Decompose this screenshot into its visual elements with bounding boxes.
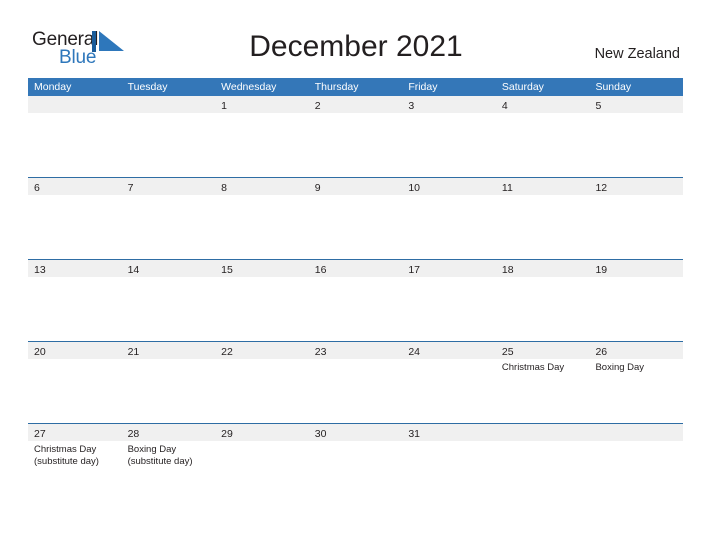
day-number: 14	[127, 264, 140, 276]
calendar-week-row: 1 2 3 4 5	[28, 96, 684, 177]
calendar-day-29[interactable]: 29	[215, 424, 309, 505]
calendar-day-2[interactable]: 2	[308, 96, 403, 177]
day-number: 10	[408, 182, 420, 194]
weekday-header-row: Monday Tuesday Wednesday Thursday Friday Satu…	[28, 78, 683, 96]
day-number-band	[495, 424, 590, 441]
calendar-day-19[interactable]: 19	[589, 260, 684, 341]
calendar-grid: Monday Tuesday Wednesday Thursday Friday Satu…	[28, 78, 684, 505]
day-number: 11	[501, 182, 513, 194]
calendar-day-11[interactable]: 11	[495, 178, 590, 259]
calendar-day-14[interactable]: 14	[121, 260, 216, 341]
calendar-week-row: 13 14 15 16 17 18 19	[28, 259, 684, 341]
weekday-header-saturday: Saturday	[501, 81, 544, 93]
day-number: 2	[314, 100, 321, 112]
day-number: 1	[221, 100, 227, 112]
day-events: Boxing Day	[595, 362, 683, 374]
calendar-day-empty	[121, 96, 216, 177]
page-header: General Blue December 2021 New Zealand	[0, 0, 712, 76]
day-number: 28	[127, 428, 140, 440]
weekday-header-monday: Monday	[34, 81, 72, 93]
day-number: 8	[221, 182, 227, 194]
calendar-day-13[interactable]: 13	[28, 260, 122, 341]
calendar-day-26[interactable]: 26 Boxing Day	[589, 342, 684, 423]
calendar-day-empty	[589, 424, 684, 505]
calendar-day-8[interactable]: 8	[215, 178, 309, 259]
day-number: 29	[221, 428, 233, 440]
calendar-week-row: 20 21 22 23 24 25 Christmas Day 26 Boxing Day	[28, 341, 684, 423]
holiday-label: Christmas Day	[501, 362, 565, 373]
calendar-day-31[interactable]: 31	[402, 424, 496, 505]
calendar-day-20[interactable]: 20	[28, 342, 122, 423]
calendar-day-16[interactable]: 16	[308, 260, 403, 341]
day-number: 19	[595, 264, 608, 276]
day-number: 12	[595, 182, 608, 194]
calendar-day-23[interactable]: 23	[308, 342, 403, 423]
holiday-label: Boxing Day (substitute day)	[127, 444, 193, 467]
calendar-day-7[interactable]: 7	[121, 178, 216, 259]
day-number-band	[28, 96, 122, 113]
calendar-day-4[interactable]: 4	[495, 96, 590, 177]
calendar-day-6[interactable]: 6	[28, 178, 122, 259]
day-events: Christmas Day	[502, 362, 590, 374]
calendar-week-row: 27 Christmas Day (substitute day) 28 Boxing…	[28, 423, 684, 505]
calendar-weeks: 1 2 3 4 5 6 7 8 9 10 11 12 13 14 15 16 17 18 19 20 21 22 23 24 2…	[28, 96, 684, 505]
holiday-label: Boxing Day	[595, 362, 645, 373]
day-number: 3	[408, 100, 415, 112]
day-number: 21	[127, 346, 140, 358]
day-number: 16	[314, 264, 327, 276]
calendar-day-3[interactable]: 3	[402, 96, 496, 177]
day-number: 15	[221, 264, 233, 276]
day-number: 18	[501, 264, 514, 276]
calendar-day-18[interactable]: 18	[495, 260, 590, 341]
day-number: 30	[314, 428, 327, 440]
day-events: Boxing Day (substitute day)	[128, 444, 216, 467]
weekday-header-wednesday: Wednesday	[221, 81, 277, 93]
weekday-header-thursday: Thursday	[314, 81, 359, 93]
calendar-day-21[interactable]: 21	[121, 342, 216, 423]
calendar-day-10[interactable]: 10	[402, 178, 496, 259]
calendar-day-27[interactable]: 27 Christmas Day (substitute day)	[28, 424, 122, 505]
holiday-label: Christmas Day (substitute day)	[34, 444, 99, 467]
day-number: 25	[501, 346, 514, 358]
weekday-header-tuesday: Tuesday	[127, 81, 168, 93]
day-number: 7	[127, 182, 134, 194]
day-number: 17	[408, 264, 420, 276]
day-number: 20	[34, 346, 46, 358]
day-number-band	[589, 424, 684, 441]
calendar-day-30[interactable]: 30	[308, 424, 403, 505]
calendar-day-25[interactable]: 25 Christmas Day	[495, 342, 590, 423]
calendar-week-row: 6 7 8 9 10 11 12	[28, 177, 684, 259]
calendar-day-24[interactable]: 24	[402, 342, 496, 423]
day-number: 31	[408, 428, 420, 440]
calendar-day-17[interactable]: 17	[402, 260, 496, 341]
day-number: 26	[595, 346, 608, 358]
calendar-day-15[interactable]: 15	[215, 260, 309, 341]
calendar-day-empty	[495, 424, 590, 505]
day-number: 23	[314, 346, 327, 358]
day-number: 4	[501, 100, 508, 112]
day-number: 6	[34, 182, 40, 194]
weekday-header-friday: Friday	[408, 81, 438, 93]
country-label: New Zealand	[594, 46, 680, 62]
day-number: 24	[408, 346, 420, 358]
weekday-header-sunday: Sunday	[595, 81, 632, 93]
calendar-day-28[interactable]: 28 Boxing Day (substitute day)	[121, 424, 216, 505]
day-number: 22	[221, 346, 233, 358]
day-events: Christmas Day (substitute day)	[34, 444, 122, 467]
day-number: 27	[34, 428, 46, 440]
day-number: 5	[595, 100, 602, 112]
calendar-day-empty	[28, 96, 122, 177]
calendar-day-5[interactable]: 5	[589, 96, 684, 177]
calendar-day-22[interactable]: 22	[215, 342, 309, 423]
calendar-day-1[interactable]: 1	[215, 96, 309, 177]
calendar-day-9[interactable]: 9	[308, 178, 403, 259]
day-number: 13	[34, 264, 46, 276]
day-number: 9	[314, 182, 321, 194]
calendar-day-12[interactable]: 12	[589, 178, 684, 259]
day-number-band	[121, 96, 216, 113]
